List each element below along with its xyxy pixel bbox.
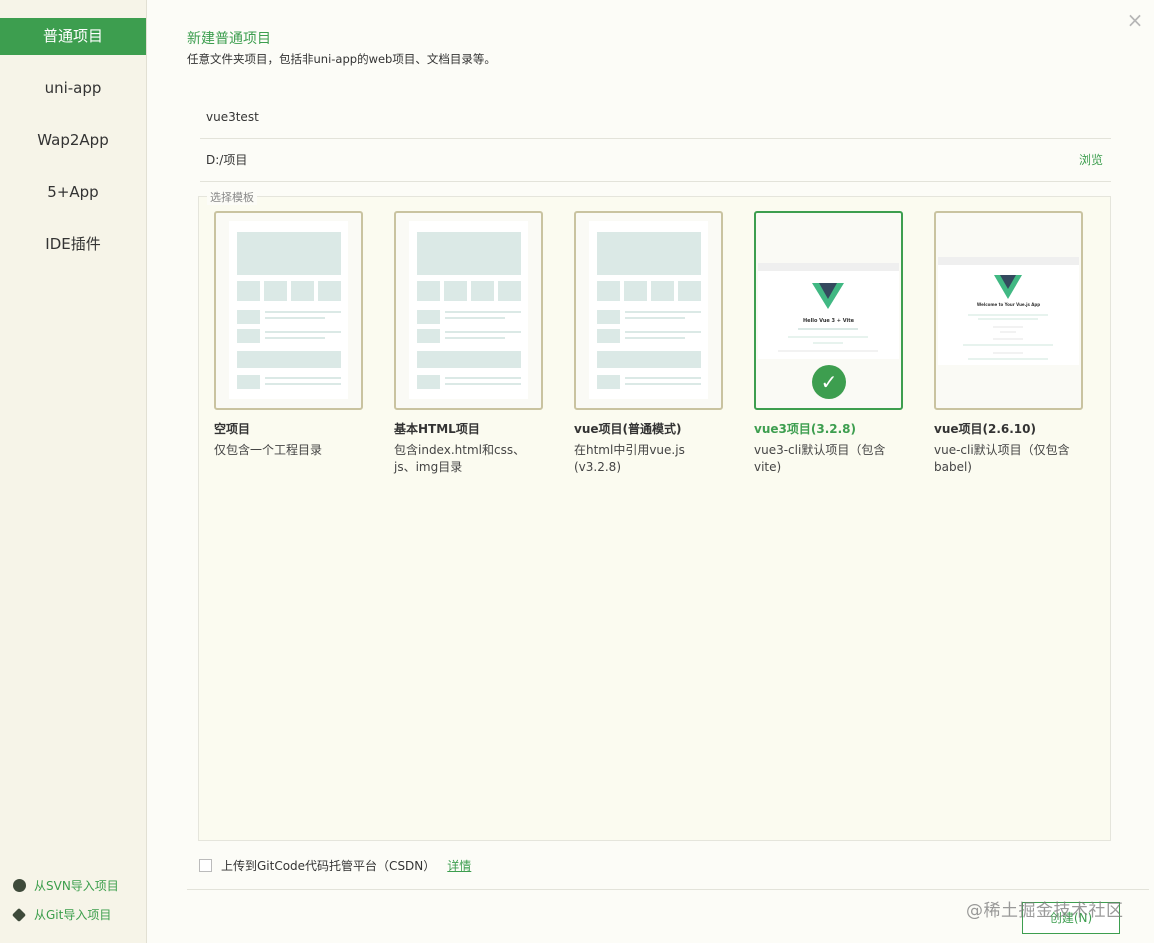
template-thumbnail: Welcome to Your Vue.js App — [934, 211, 1083, 410]
template-card-basic-html[interactable]: 基本HTML项目 包含index.html和css、js、img目录 — [394, 211, 543, 476]
template-card-vue2[interactable]: Welcome to Your Vue.js App vue项目(2.6.10)… — [934, 211, 1083, 476]
template-desc: vue-cli默认项目（仅包含babel) — [934, 443, 1070, 474]
git-import-label: 从Git导入项目 — [34, 908, 112, 922]
template-thumbnail: Hello Vue 3 + Vite ✓ — [754, 211, 903, 410]
vue3-screenshot: Hello Vue 3 + Vite — [758, 263, 899, 359]
template-thumbnail — [394, 211, 543, 410]
vue3-shot-heading: Hello Vue 3 + Vite — [803, 318, 854, 324]
template-thumbnail — [574, 211, 723, 410]
template-legend: 选择模板 — [207, 189, 257, 205]
template-title: 基本HTML项目 — [394, 422, 480, 436]
details-link[interactable]: 详情 — [447, 857, 471, 874]
project-name-field[interactable]: vue3test — [200, 97, 1111, 139]
template-card-vue-normal[interactable]: vue项目(普通模式) 在html中引用vue.js (v3.2.8) — [574, 211, 723, 476]
template-title: vue项目(普通模式) — [574, 422, 682, 436]
vue2-shot-heading: Welcome to Your Vue.js App — [976, 302, 1041, 307]
template-card-vue3[interactable]: Hello Vue 3 + Vite ✓ vue3项目(3.2.8) vue3-… — [754, 211, 903, 476]
sidebar-item-5plus-app[interactable]: 5+App — [0, 174, 146, 211]
template-title: vue3项目(3.2.8) — [754, 422, 856, 436]
git-import-link[interactable]: 从Git导入项目 — [11, 906, 112, 923]
sidebar-item-ide-plugin[interactable]: IDE插件 — [0, 226, 146, 263]
template-desc: 在html中引用vue.js (v3.2.8) — [574, 443, 685, 474]
page-subtitle: 任意文件夹项目，包括非uni-app的web项目、文档目录等。 — [187, 52, 496, 66]
checkmark-icon: ✓ — [812, 365, 846, 399]
page-title: 新建普通项目 — [187, 31, 271, 47]
project-location-field[interactable]: D:/项目 浏览 — [200, 140, 1111, 182]
template-desc: 包含index.html和css、js、img目录 — [394, 443, 526, 474]
vue2-screenshot: Welcome to Your Vue.js App — [938, 257, 1079, 365]
close-icon[interactable]: × — [1126, 10, 1144, 30]
template-thumbnail — [214, 211, 363, 410]
sidebar-item-normal-project[interactable]: 普通项目 — [0, 18, 146, 55]
sidebar: 普通项目 uni-app Wap2App 5+App IDE插件 从SVN导入项… — [0, 0, 147, 943]
git-icon — [11, 907, 27, 922]
sidebar-item-uni-app[interactable]: uni-app — [0, 70, 146, 107]
template-card-empty[interactable]: 空项目 仅包含一个工程目录 — [214, 211, 363, 459]
project-location-value: D:/项目 — [206, 153, 248, 167]
template-desc: 仅包含一个工程目录 — [214, 443, 323, 457]
svn-import-link[interactable]: 从SVN导入项目 — [13, 877, 119, 894]
svn-import-label: 从SVN导入项目 — [34, 879, 119, 893]
upload-checkbox[interactable] — [199, 859, 212, 872]
project-name-value: vue3test — [206, 110, 259, 124]
main-panel: × 新建普通项目 任意文件夹项目，包括非uni-app的web项目、文档目录等。… — [147, 0, 1154, 943]
create-button[interactable]: 创建(N) — [1022, 902, 1120, 934]
sidebar-item-wap2app[interactable]: Wap2App — [0, 122, 146, 159]
svn-icon — [13, 879, 26, 892]
template-title: vue项目(2.6.10) — [934, 422, 1036, 436]
footer-divider — [187, 889, 1149, 890]
upload-label: 上传到GitCode代码托管平台（CSDN） — [221, 859, 436, 873]
upload-option: 上传到GitCode代码托管平台（CSDN） 详情 — [199, 857, 471, 874]
template-title: 空项目 — [214, 422, 251, 436]
browse-button[interactable]: 浏览 — [1079, 140, 1103, 181]
template-desc: vue3-cli默认项目（包含vite) — [754, 443, 886, 474]
